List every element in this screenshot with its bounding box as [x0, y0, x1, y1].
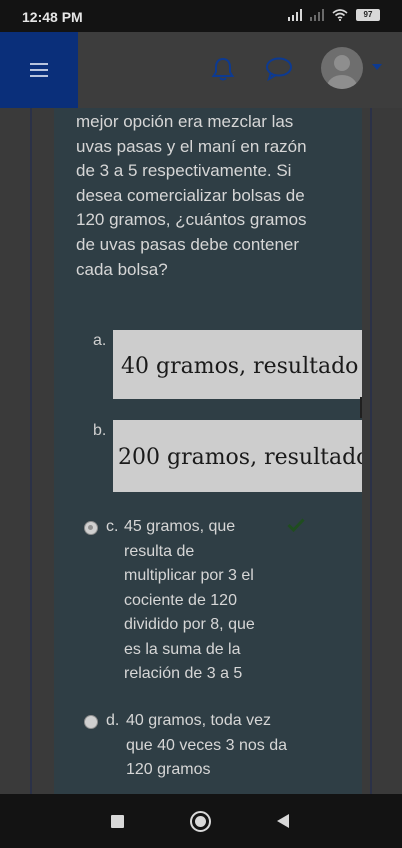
signal-icon — [288, 9, 302, 21]
page-border-left — [30, 108, 32, 794]
option-b-answer[interactable]: 200 gramos, resultado c — [113, 420, 362, 492]
option-d-line: 40 gramos, toda vez — [126, 712, 271, 729]
option-c-line: dividido por 8, que — [124, 616, 255, 633]
option-c-line: cociente de 120 — [124, 591, 237, 609]
option-c-line: multiplicar por 3 el — [124, 567, 254, 584]
menu-button[interactable] — [0, 32, 78, 108]
signal-secondary-icon — [310, 9, 324, 21]
option-c-line: 45 gramos, que — [124, 518, 236, 535]
app-header — [0, 32, 402, 108]
option-c-line: resulta de — [124, 542, 195, 560]
option-c-label[interactable]: 45 gramos, que resulta de multiplicar po… — [124, 515, 294, 687]
option-c-radio[interactable] — [84, 521, 98, 535]
option-b-letter: b. — [93, 422, 107, 439]
battery-icon: 97 — [356, 9, 380, 21]
option-d-letter: d. — [106, 712, 120, 729]
circle-icon[interactable] — [190, 811, 211, 832]
divider — [360, 397, 362, 418]
triangle-back-icon[interactable] — [276, 813, 290, 829]
avatar-icon — [327, 55, 357, 89]
question-text: mejor opción era mezclar las uvas pasas … — [76, 112, 307, 279]
checkmark-icon — [287, 518, 305, 532]
avatar[interactable] — [321, 47, 363, 89]
option-d-line: 120 gramos — [126, 761, 211, 778]
option-c-letter: c. — [106, 518, 119, 535]
status-bar: 12:48 PM 97 — [0, 0, 402, 32]
quiz-content: mejor opción era mezclar las uvas pasas … — [0, 108, 402, 794]
option-d-radio[interactable] — [84, 715, 98, 729]
option-c-line: es la suma de la — [124, 640, 241, 658]
page-border-right — [370, 108, 372, 794]
option-c-line: relación de 3 a 5 — [124, 665, 243, 682]
system-nav-bar — [0, 794, 402, 848]
option-a-answer[interactable]: 40 gramos, resultado d — [113, 330, 362, 399]
square-icon[interactable] — [111, 815, 124, 828]
caret-down-icon[interactable] — [372, 64, 382, 70]
option-d-label[interactable]: 40 gramos, toda vez que 40 veces 3 nos d… — [126, 709, 326, 783]
status-time: 12:48 PM — [22, 9, 83, 25]
bell-icon[interactable] — [211, 56, 235, 82]
hamburger-icon — [30, 63, 48, 77]
chat-bubble-icon[interactable] — [265, 56, 293, 82]
option-d-line: que 40 veces 3 nos da — [126, 736, 288, 754]
status-icons: 97 — [288, 9, 380, 21]
wifi-icon — [332, 9, 348, 21]
option-a-letter: a. — [93, 332, 107, 349]
